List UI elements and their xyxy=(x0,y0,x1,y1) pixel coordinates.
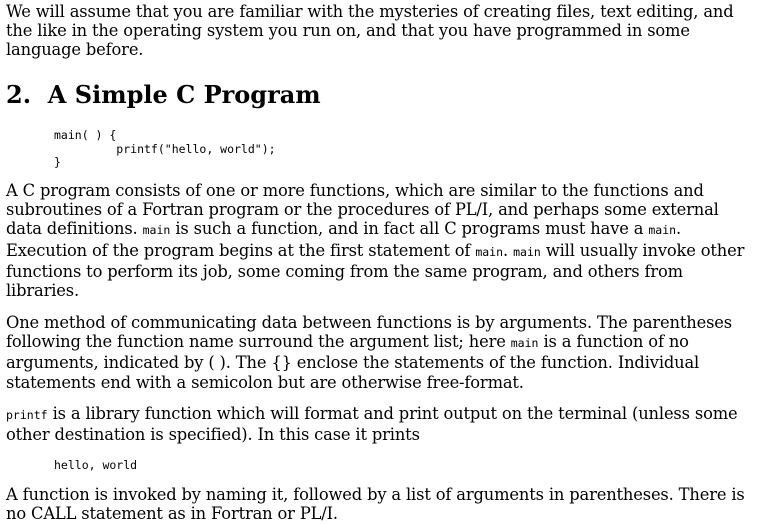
code-block-output: hello, world xyxy=(54,458,138,472)
paragraph-c-program: A C program consists of one or more func… xyxy=(6,181,751,300)
intro-paragraph: We will assume that you are familiar wit… xyxy=(6,2,734,60)
text-span: . xyxy=(503,240,514,260)
paragraph-printf: printf is a library function which will … xyxy=(6,404,751,444)
inline-code: main xyxy=(475,244,504,259)
inline-code: printf xyxy=(6,408,48,422)
text-span: is such a function, and in fact all C pr… xyxy=(170,219,649,239)
inline-code: main xyxy=(142,223,171,238)
section-number: 2. xyxy=(6,80,32,109)
text-span: is a library function which will format … xyxy=(6,404,738,445)
inline-code: main xyxy=(648,223,677,238)
section-heading: 2. A Simple C Program xyxy=(6,81,321,109)
inline-code: main xyxy=(513,244,541,259)
inline-code: main xyxy=(510,336,539,351)
paragraph-function-invocation: A function is invoked by naming it, foll… xyxy=(6,485,745,524)
paragraph-arguments: One method of communicating data between… xyxy=(6,313,751,392)
section-title: A Simple C Program xyxy=(47,80,321,109)
code-block-main: main( ) { printf("hello, world"); } xyxy=(54,128,276,169)
